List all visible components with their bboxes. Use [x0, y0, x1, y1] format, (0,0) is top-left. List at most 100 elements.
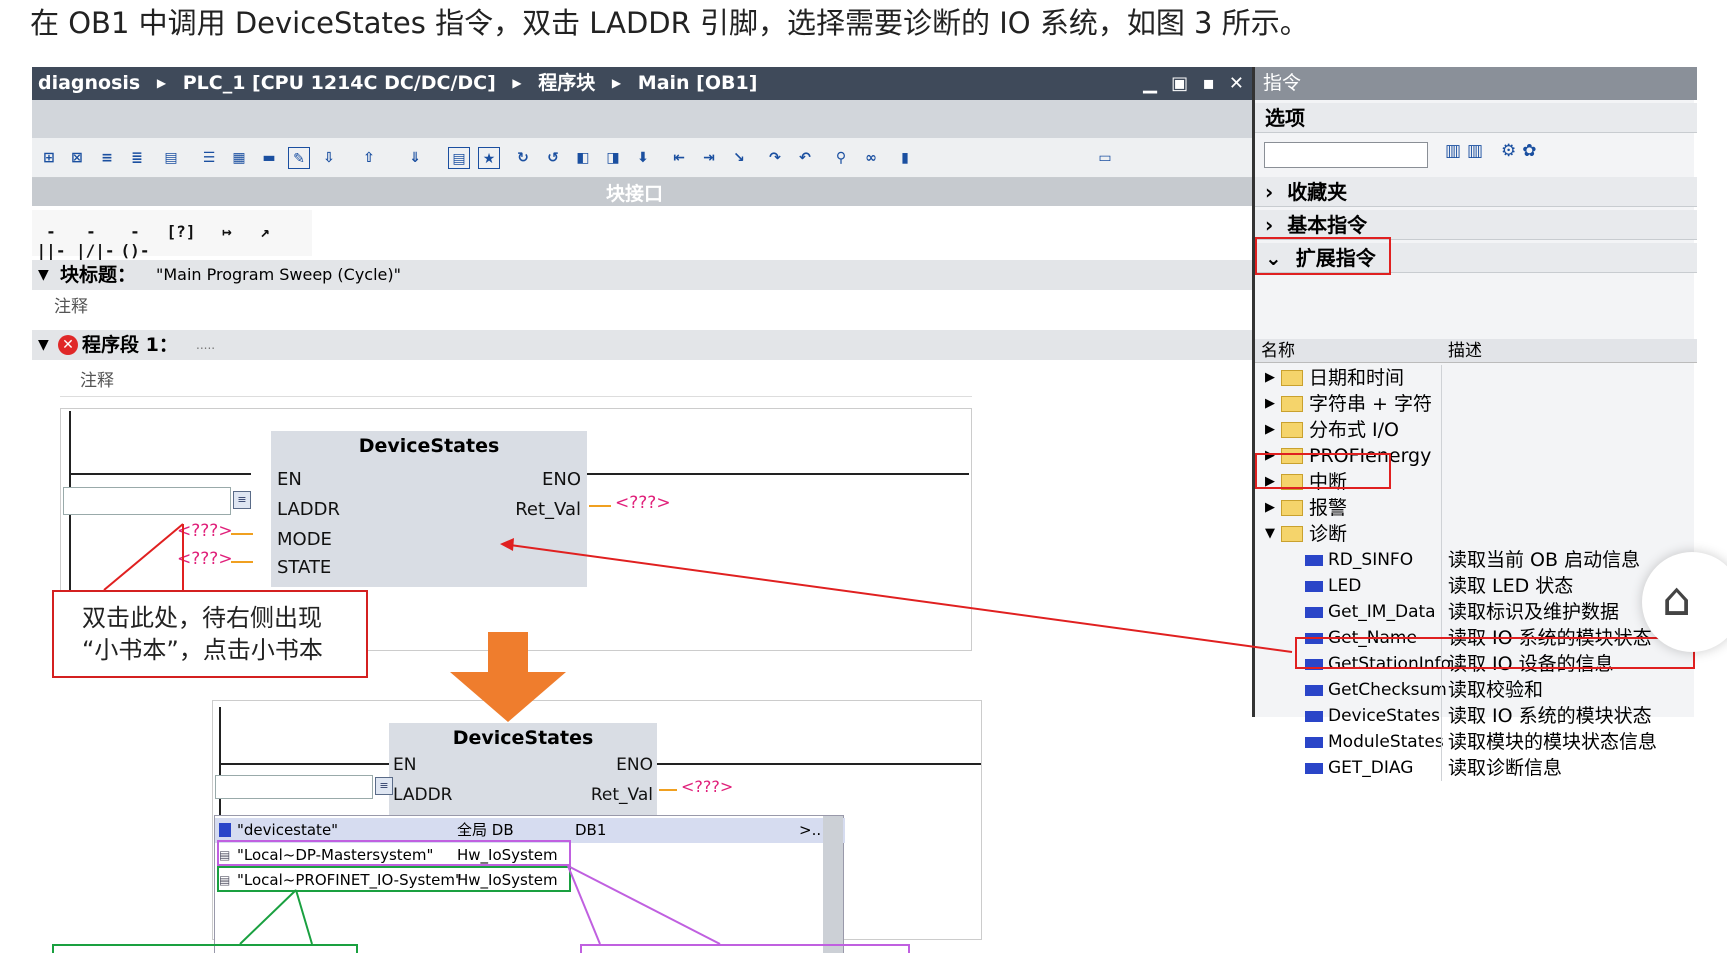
database-icon[interactable]: ▮ — [894, 147, 916, 169]
basic-instructions-section[interactable]: › 基本指令 — [1255, 210, 1697, 240]
insert-network-icon[interactable]: ⊞ — [38, 147, 60, 169]
book-icon[interactable]: ≡ — [233, 491, 251, 509]
collapse-icon[interactable]: ▬ — [258, 147, 280, 169]
book-icon[interactable]: ≡ — [375, 777, 393, 795]
empty-box-icon[interactable]: [?] — [166, 222, 196, 246]
column-divider — [1441, 365, 1442, 391]
ret-val-operand[interactable]: <???> — [681, 777, 733, 796]
chevron-right-icon[interactable]: ▶ — [1265, 391, 1275, 417]
tree-instruction[interactable]: GetChecksum 读取校验和 — [1255, 677, 1697, 703]
instruction-description: 读取 IO 系统的模块状态 — [1448, 705, 1652, 727]
favorites-section[interactable]: › 收藏夹 — [1255, 177, 1697, 207]
collapse-triangle-icon[interactable]: ▼ — [38, 330, 49, 360]
close-all-icon[interactable]: ⇧ — [358, 147, 380, 169]
tree-instruction[interactable]: ModuleStates 读取模块的模块状态信息 — [1255, 729, 1697, 755]
function-block-devicestates-2[interactable]: DeviceStates EN ENO LADDR Ret_Val — [389, 723, 657, 815]
tree-folder[interactable]: ▶ 日期和时间 — [1255, 365, 1697, 391]
tree-instruction[interactable]: RD_SINFO 读取当前 OB 启动信息 — [1255, 547, 1697, 573]
modify-icon[interactable]: ◨ — [602, 147, 624, 169]
tree-instruction[interactable]: LED 读取 LED 状态 — [1255, 573, 1697, 599]
close-branch-icon[interactable]: ↗ — [250, 222, 280, 246]
pin-laddr[interactable]: LADDR — [277, 499, 340, 520]
block-title-row[interactable]: ▼ 块标题： "Main Program Sweep (Cycle)" — [32, 260, 1252, 290]
chevron-right-icon[interactable]: ▶ — [1265, 365, 1275, 391]
tree-instruction[interactable]: GET_DIAG 读取诊断信息 — [1255, 755, 1697, 781]
tree-instruction[interactable]: Get_IM_Data 读取标识及维护数据 — [1255, 599, 1697, 625]
step-out-icon[interactable]: ↘ — [728, 147, 750, 169]
mode-operand[interactable]: <???> — [177, 521, 233, 541]
step-icon[interactable]: ⇤ — [668, 147, 690, 169]
breadcrumb-project[interactable]: diagnosis — [38, 67, 140, 100]
options-section[interactable]: 选项 — [1255, 103, 1697, 133]
network-title[interactable]: ..... — [196, 330, 215, 360]
search-input[interactable] — [1264, 142, 1428, 168]
tree-folder[interactable]: ▶ 分布式 I/O — [1255, 417, 1697, 443]
scrollbar[interactable] — [823, 816, 843, 953]
collapse-triangle-icon[interactable]: ▼ — [38, 260, 49, 290]
expand-icon[interactable]: ⇓ — [404, 147, 426, 169]
delete-network-icon[interactable]: ⊠ — [66, 147, 88, 169]
instruction-block-icon — [1305, 607, 1323, 618]
monitor-icon[interactable]: ◧ — [572, 147, 594, 169]
instruction-name: Get_IM_Data — [1328, 602, 1436, 622]
laddr-selection-dropdown[interactable]: "devicestate" 全局 DB DB1 >.. ▤ "Local~DP-… — [214, 815, 845, 953]
coil-icon[interactable]: -()- — [120, 222, 150, 260]
pin-laddr[interactable]: LADDR — [393, 785, 452, 805]
tree-folder[interactable]: ▼ 诊断 — [1255, 521, 1697, 547]
window-controls[interactable]: ▁ ▣ ▪ ✕ — [1143, 67, 1248, 100]
instructions-panel: 指令 选项 ▥▥ ⚙✿ › 收藏夹 › 基本指令 ⌄ 扩展指令 名称 描述 ▶ 日… — [1252, 67, 1697, 781]
no-contact-icon[interactable]: -||- — [36, 222, 66, 260]
absolute-operand-icon[interactable]: ☰ — [198, 147, 220, 169]
goto-error-icon[interactable]: ↻ — [512, 147, 534, 169]
folder-icon — [1281, 500, 1303, 516]
download-icon[interactable]: ⬇ — [632, 147, 654, 169]
step-in-icon[interactable]: ⇥ — [698, 147, 720, 169]
folder-label: 诊断 — [1309, 523, 1348, 545]
favorites-bar-icon[interactable]: ▤ — [448, 147, 470, 169]
connect-icon[interactable]: ⚲ — [830, 147, 852, 169]
breadcrumb-plc[interactable]: PLC_1 [CPU 1214C DC/DC/DC] — [183, 67, 496, 100]
tag-icon[interactable]: ▤ — [160, 147, 182, 169]
chevron-down-icon[interactable]: ▼ — [1265, 521, 1275, 547]
refresh-icon[interactable]: ↷ — [764, 147, 786, 169]
panel-tool-icons[interactable]: ▥▥ ⚙✿ — [1445, 141, 1543, 161]
panel-title: 指令 — [1255, 67, 1697, 100]
block-interface-label: 块接口 — [606, 183, 664, 205]
network-comment[interactable]: 注释 — [80, 366, 114, 391]
tree-instruction[interactable]: DeviceStates 读取 IO 系统的模块状态 — [1255, 703, 1697, 729]
folder-label: 报警 — [1309, 497, 1348, 519]
panel-toggle-icon[interactable]: ▭ — [1094, 147, 1116, 169]
open-all-icon[interactable]: ⇩ — [318, 147, 340, 169]
block-interface-bar[interactable]: 块接口 — [32, 178, 1252, 206]
breadcrumb-main-ob1[interactable]: Main [OB1] — [638, 67, 758, 100]
network-header[interactable]: ▼ ✕ 程序段 1： ..... — [32, 330, 1252, 360]
more-button[interactable]: >.. — [799, 818, 821, 843]
star-icon[interactable]: ★ — [478, 147, 500, 169]
breadcrumb-program-blocks[interactable]: 程序块 — [538, 67, 595, 100]
block-comment[interactable]: 注释 — [54, 292, 88, 317]
open-branch-icon[interactable]: ↦ — [212, 222, 242, 246]
pin-state: STATE — [277, 557, 332, 578]
laddr-input[interactable] — [215, 775, 373, 799]
comment-icon[interactable]: ✎ — [288, 147, 310, 169]
delete-row-icon[interactable]: ≣ — [126, 147, 148, 169]
glasses-icon[interactable]: ∞ — [860, 147, 882, 169]
chevron-right-icon[interactable]: ▶ — [1265, 417, 1275, 443]
tree-folder[interactable]: ▶ 字符串 + 字符 — [1255, 391, 1697, 417]
laddr-input[interactable] — [63, 487, 231, 515]
tree-folder[interactable]: ▶ 报警 — [1255, 495, 1697, 521]
function-block-devicestates[interactable]: DeviceStates EN ENO LADDR Ret_Val MODE S… — [271, 431, 587, 587]
block-title-value[interactable]: "Main Program Sweep (Cycle)" — [156, 260, 401, 290]
state-operand[interactable]: <???> — [177, 549, 233, 569]
col-name[interactable]: 名称 — [1261, 339, 1295, 363]
insert-row-icon[interactable]: ≡ — [96, 147, 118, 169]
pin-ret-val: Ret_Val — [590, 785, 653, 805]
ret-val-operand[interactable]: <???> — [615, 493, 671, 513]
network-view-icon[interactable]: ▦ — [228, 147, 250, 169]
chevron-right-icon[interactable]: ▶ — [1265, 495, 1275, 521]
col-desc[interactable]: 描述 — [1448, 339, 1482, 363]
reload-icon[interactable]: ↶ — [794, 147, 816, 169]
interface-area — [32, 100, 1252, 138]
nc-contact-icon[interactable]: -|/|- — [76, 222, 115, 260]
goto-next-icon[interactable]: ↺ — [542, 147, 564, 169]
